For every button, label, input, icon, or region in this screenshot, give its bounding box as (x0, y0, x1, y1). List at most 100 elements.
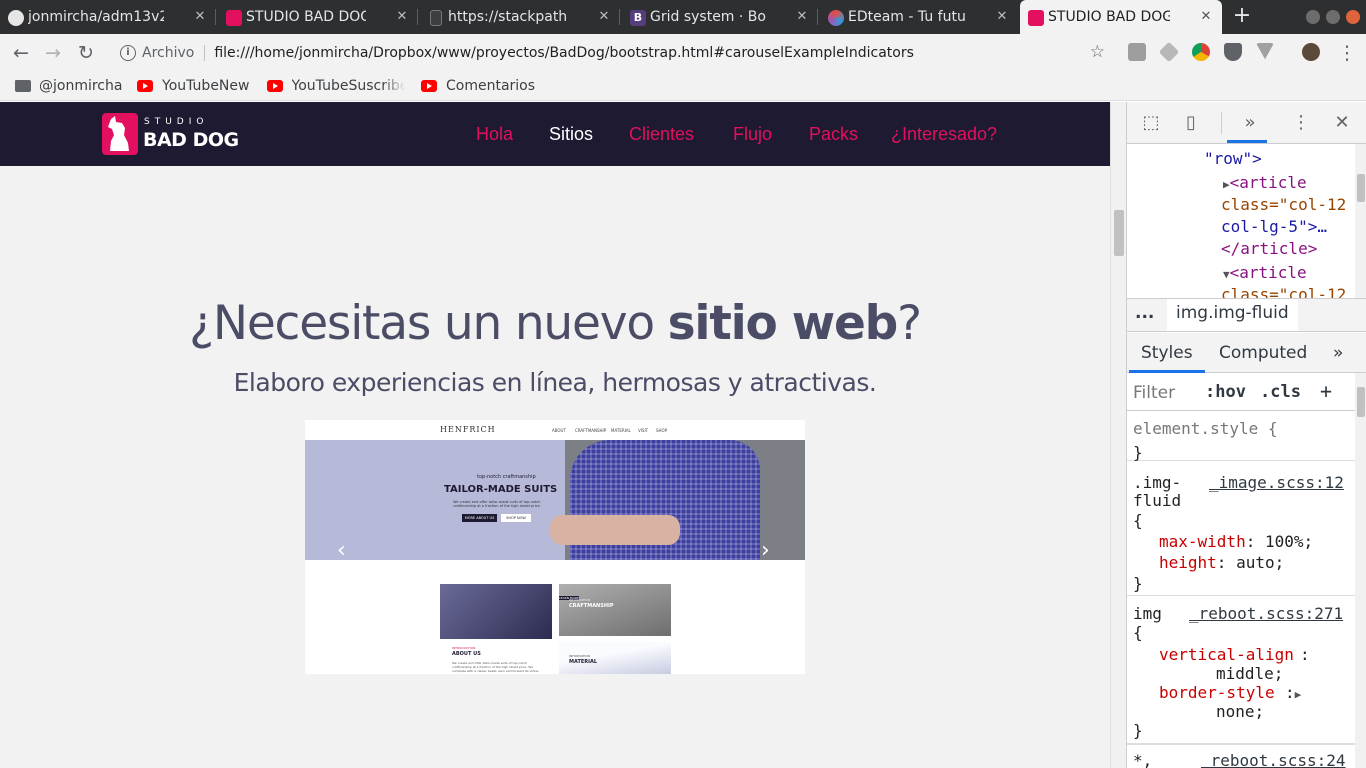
styles-scrollbar[interactable] (1355, 373, 1366, 768)
bookmark-comentarios[interactable]: Comentarios (421, 76, 535, 96)
tab-studio-bad-dog-1[interactable]: STUDIO BAD DOG ✕ (218, 0, 418, 34)
avatar[interactable] (1302, 43, 1320, 61)
bookmark-star-icon[interactable]: ☆ (1090, 42, 1105, 62)
css-declaration[interactable]: max-width: 100%; (1159, 532, 1313, 551)
breadcrumb-selected[interactable]: img.img-fluid (1167, 299, 1298, 331)
page-scroll-thumb[interactable] (1114, 210, 1124, 256)
browser-toolbar: ← → ↻ i Archivo file:///home/jonmircha/D… (0, 34, 1366, 71)
devtools-menu-icon[interactable]: ⋮ (1290, 112, 1312, 134)
vue-devtools-icon[interactable] (1256, 43, 1274, 60)
pocket-icon[interactable] (1224, 43, 1242, 61)
extension-s-icon[interactable] (1128, 43, 1146, 61)
close-devtools-icon[interactable]: ✕ (1331, 112, 1353, 134)
dom-line[interactable]: class="col-12 (1221, 194, 1346, 216)
expand-shorthand-icon[interactable]: ▶ (1295, 688, 1302, 701)
url-text[interactable]: file:///home/jonmircha/Dropbox/www/proye… (214, 45, 914, 61)
maximize-icon[interactable] (1326, 10, 1340, 24)
close-tab-icon[interactable]: ✕ (994, 9, 1010, 25)
close-tab-icon[interactable]: ✕ (192, 9, 208, 25)
minimize-icon[interactable] (1306, 10, 1320, 24)
bookmark-youtubenew[interactable]: YouTubeNew (137, 76, 249, 96)
dog-logo-icon (102, 113, 138, 155)
nav-sitios[interactable]: Sitios (549, 124, 593, 145)
source-link[interactable]: _reboot.scss:271 (1189, 604, 1343, 623)
devtools-toolbar: ⬚ ▯ » ⋮ ✕ (1127, 102, 1366, 144)
bookmark-jonmircha[interactable]: @jonmircha (15, 76, 122, 96)
folder-icon (15, 80, 31, 92)
tab-github[interactable]: jonmircha/adm13v2 ✕ (0, 0, 216, 34)
dom-line[interactable]: "row"> (1204, 148, 1262, 170)
reload-icon[interactable]: ↻ (73, 40, 99, 66)
source-link[interactable]: _reboot.scss:24 (1201, 751, 1346, 768)
dom-scrollbar[interactable] (1355, 144, 1366, 298)
menu-icon[interactable]: ⋮ (1334, 40, 1360, 66)
nav-flujo[interactable]: Flujo (733, 124, 772, 145)
nav-clientes[interactable]: Clientes (629, 124, 694, 145)
nav-packs[interactable]: Packs (809, 124, 858, 145)
hov-button[interactable]: :hov (1205, 382, 1246, 402)
carousel-next-icon[interactable]: › (761, 538, 770, 563)
filter-input[interactable]: Filter (1133, 383, 1175, 403)
nav-hola[interactable]: Hola (476, 124, 513, 145)
carousel-prev-icon[interactable]: ‹ (337, 538, 346, 563)
source-link[interactable]: _image.scss:12 (1209, 473, 1344, 492)
security-label: Archivo (142, 45, 195, 61)
tab-title: STUDIO BAD DOG (1048, 9, 1170, 25)
hero-title: ¿Necesitas un nuevo sitio web? (189, 296, 922, 351)
info-icon[interactable]: i (120, 45, 136, 61)
device-toolbar-icon[interactable]: ▯ (1180, 112, 1202, 134)
expand-arrow-icon[interactable]: ▶ (1223, 178, 1230, 191)
css-declaration[interactable]: border-style (1159, 683, 1275, 702)
tab-computed[interactable]: Computed (1219, 343, 1307, 363)
dom-tree[interactable]: "row"> ▶<article class="col-12 col-lg-5"… (1127, 144, 1366, 298)
tab-strip: jonmircha/adm13v2 ✕ STUDIO BAD DOG ✕ htt… (0, 0, 1366, 34)
page-viewport: STUDIO BAD DOG Hola Sitios Clientes Fluj… (0, 102, 1110, 768)
tab-stackpath[interactable]: https://stackpath.b ✕ (420, 0, 620, 34)
tab-bootstrap[interactable]: B Grid system · Bootst ✕ (622, 0, 818, 34)
more-panes-icon[interactable]: » (1333, 343, 1343, 363)
hero-subtitle: Elaboro experiencias en línea, hermosas … (233, 368, 877, 397)
back-icon[interactable]: ← (8, 40, 34, 66)
bookmark-youtubesuscribe[interactable]: YouTubeSuscribe (267, 76, 405, 96)
mock-shop-button: SHOP NOW (501, 514, 531, 522)
close-tab-icon[interactable]: ✕ (1198, 9, 1214, 25)
mock-card-about: INTRODUCTION ABOUT US We create and offe… (440, 584, 552, 674)
page-icon (430, 10, 442, 26)
address-bar[interactable]: i Archivo file:///home/jonmircha/Dropbox… (110, 39, 1115, 67)
carousel[interactable]: HENFRICH ABOUT CRAFTMANSHIP MATERIAL VIS… (305, 420, 805, 674)
collapse-arrow-icon[interactable]: ▼ (1223, 268, 1230, 281)
close-tab-icon[interactable]: ✕ (596, 9, 612, 25)
inspect-element-icon[interactable]: ⬚ (1140, 112, 1162, 134)
mock-hero-image: top-notch craftmanship TAILOR-MADE SUITS… (305, 440, 805, 560)
mock-menu-item: CRAFTMANSHIP (575, 428, 607, 433)
forward-icon[interactable]: → (40, 40, 66, 66)
more-tabs-icon[interactable]: » (1239, 112, 1261, 134)
close-tab-icon[interactable]: ✕ (394, 9, 410, 25)
chrome-extension-icon[interactable] (1192, 43, 1210, 61)
css-declaration[interactable]: height: auto; (1159, 553, 1284, 572)
rule-img-fluid: .img- fluid _image.scss:12 { max-width: … (1127, 461, 1355, 596)
dom-line[interactable]: ▼<article (1223, 262, 1307, 286)
css-declaration[interactable]: vertical-align (1159, 645, 1294, 664)
tab-styles[interactable]: Styles (1141, 343, 1193, 363)
dom-line[interactable]: col-lg-5">… (1221, 216, 1327, 238)
tab-studio-bad-dog-active[interactable]: STUDIO BAD DOG ✕ (1020, 0, 1222, 34)
rule-star: *, _reboot.scss:24 (1127, 744, 1355, 768)
baddog-icon (226, 10, 242, 26)
tab-edteam[interactable]: EDteam - Tu futuro ✕ (820, 0, 1018, 34)
extension-cube-icon[interactable] (1158, 41, 1180, 63)
breadcrumb-more[interactable]: ... (1135, 303, 1154, 323)
dom-line[interactable]: class="col-12 (1221, 284, 1346, 298)
close-window-icon[interactable] (1346, 10, 1360, 24)
site-logo[interactable]: STUDIO BAD DOG (102, 113, 242, 157)
new-tab-button[interactable]: + (1230, 5, 1254, 29)
cls-button[interactable]: .cls (1260, 382, 1301, 402)
rule-element-style: element.style { } (1127, 411, 1355, 462)
add-rule-button[interactable]: + (1320, 379, 1332, 403)
dom-line[interactable]: </article> (1221, 238, 1317, 260)
close-tab-icon[interactable]: ✕ (794, 9, 810, 25)
dom-line[interactable]: ▶<article (1223, 172, 1307, 196)
page-scrollbar[interactable] (1110, 102, 1126, 768)
bootstrap-icon: B (630, 10, 646, 26)
nav-interesado[interactable]: ¿Interesado? (891, 124, 997, 145)
